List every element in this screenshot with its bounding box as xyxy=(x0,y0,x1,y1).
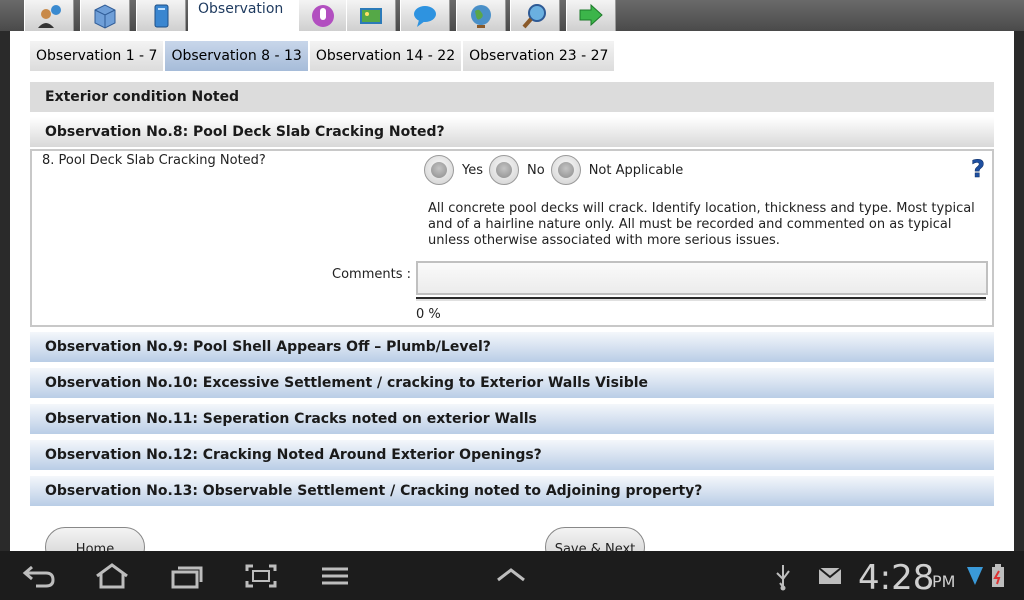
subtab-observation-14-22[interactable]: Observation 14 - 22 xyxy=(309,41,462,71)
map-search-icon-button[interactable] xyxy=(510,0,560,31)
subtab-observation-23-27[interactable]: Observation 23 - 27 xyxy=(463,41,615,71)
battery-icon xyxy=(992,564,1004,587)
usb-icon xyxy=(776,565,790,591)
observation-8-detail: 8. Pool Deck Slab Cracking Noted? Yes No… xyxy=(30,149,994,327)
photo-icon xyxy=(360,7,382,24)
home-nav-icon[interactable] xyxy=(94,563,130,589)
section-header: Exterior condition Noted xyxy=(30,82,994,112)
screenshot-icon[interactable] xyxy=(244,563,278,589)
clock-ampm: PM xyxy=(932,572,956,591)
observation-13-header[interactable]: Observation No.13: Observable Settlement… xyxy=(30,476,994,506)
chevron-up-icon[interactable] xyxy=(496,567,526,583)
help-icon[interactable]: ? xyxy=(968,155,988,181)
progress-percent: 0 % xyxy=(416,307,441,322)
subtab-observation-8-13[interactable]: Observation 8 - 13 xyxy=(165,41,308,71)
package-icon xyxy=(94,3,116,29)
comment-progress-bar xyxy=(416,297,986,301)
clock-time: 4:28 xyxy=(858,558,935,598)
radio-no[interactable] xyxy=(489,155,519,185)
comments-input[interactable] xyxy=(416,261,988,295)
globe-icon xyxy=(471,4,491,28)
svg-text:?: ? xyxy=(971,155,985,181)
radio-no-label: No xyxy=(527,162,545,178)
chat-icon xyxy=(414,5,436,27)
radio-yes-label: Yes xyxy=(462,162,483,178)
radio-not-applicable-label: Not Applicable xyxy=(588,162,684,178)
globe-icon-button[interactable] xyxy=(456,0,506,31)
observation-10-header[interactable]: Observation No.10: Excessive Settlement … xyxy=(30,368,994,398)
document-icon-button[interactable] xyxy=(136,0,186,31)
save-next-button[interactable]: Save & Next xyxy=(545,527,645,551)
microphone-icon xyxy=(312,4,334,27)
chat-icon-button[interactable] xyxy=(400,0,450,31)
exit-arrow-icon-button[interactable] xyxy=(566,0,616,31)
observation-11-header[interactable]: Observation No.11: Seperation Cracks not… xyxy=(30,404,994,434)
menu-icon[interactable] xyxy=(320,565,350,587)
answer-options: Yes No Not Applicable xyxy=(424,155,689,185)
microphone-icon-button[interactable] xyxy=(298,0,348,31)
wifi-signal-icon xyxy=(967,567,983,585)
observation-description: All concrete pool decks will crack. Iden… xyxy=(428,201,975,248)
top-toolbar: Observation xyxy=(0,0,1024,31)
tab-observation[interactable]: Observation xyxy=(188,0,308,31)
map-search-icon xyxy=(522,3,546,28)
back-icon[interactable] xyxy=(22,563,56,589)
main-panel: Observation 1 - 7 Observation 8 - 13 Obs… xyxy=(10,31,1014,551)
exit-arrow-icon xyxy=(579,3,603,26)
document-icon xyxy=(154,4,169,27)
subtab-bar: Observation 1 - 7 Observation 8 - 13 Obs… xyxy=(30,41,616,71)
subtab-observation-1-7[interactable]: Observation 1 - 7 xyxy=(30,41,164,71)
observation-9-header[interactable]: Observation No.9: Pool Shell Appears Off… xyxy=(30,332,994,362)
comments-label: Comments : xyxy=(332,267,411,282)
package-icon-button[interactable] xyxy=(80,0,130,31)
home-button[interactable]: Home xyxy=(45,527,145,551)
observation-12-header[interactable]: Observation No.12: Cracking Noted Around… xyxy=(30,440,994,470)
radio-yes[interactable] xyxy=(424,155,454,185)
contact-icon xyxy=(38,4,61,28)
contact-icon-button[interactable] xyxy=(24,0,74,31)
radio-not-applicable[interactable] xyxy=(550,155,581,185)
question-label: 8. Pool Deck Slab Cracking Noted? xyxy=(42,153,266,168)
recent-apps-icon[interactable] xyxy=(170,563,204,589)
gmail-icon xyxy=(818,567,842,584)
observation-8-header[interactable]: Observation No.8: Pool Deck Slab Crackin… xyxy=(30,117,994,147)
photo-icon-button[interactable] xyxy=(346,0,396,31)
